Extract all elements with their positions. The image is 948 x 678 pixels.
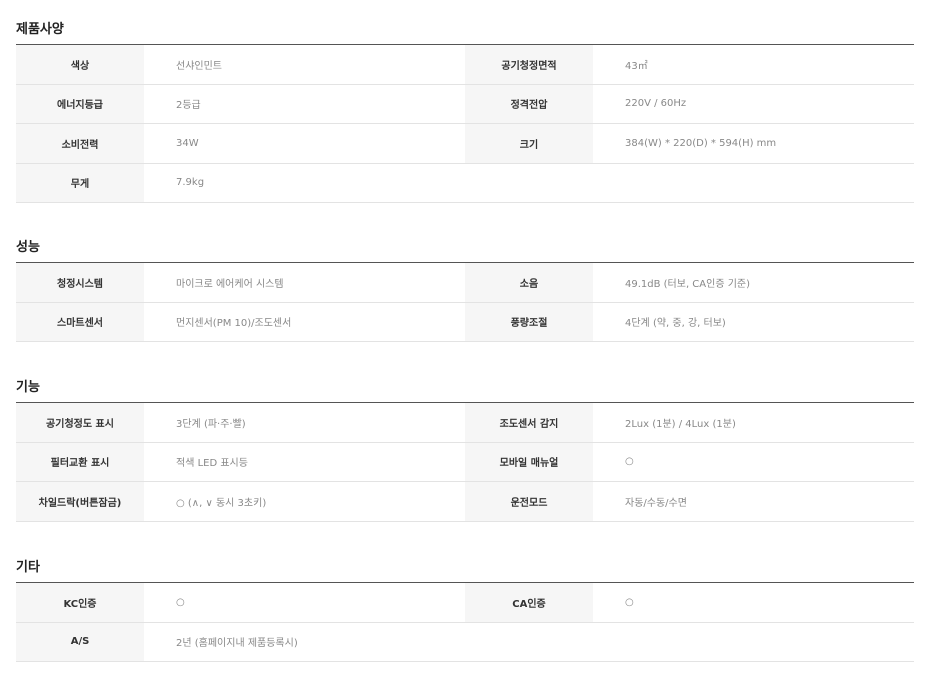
table-row: 색상 선샤인민트 공기청정면적 43㎡ <box>16 45 914 85</box>
table-row: 소비전력 34W 크기 384(W) * 220(D) * 594(H) mm <box>16 124 914 164</box>
section-title: 기타 <box>16 560 40 575</box>
spec-label: 차일드락(버튼잠금) <box>16 482 144 521</box>
spec-value: 7.9kg <box>176 177 205 189</box>
table-row: 무게 7.9kg <box>16 163 914 203</box>
spec-label: 공기청정도 표시 <box>16 403 144 442</box>
spec-value-empty <box>593 623 914 662</box>
table-row: 필터교환 표시 적색 LED 표시등 모바일 매뉴얼 ○ <box>16 442 914 482</box>
table-row: A/S 2년 (홈페이지내 제품등록시) <box>16 622 914 662</box>
section-title: 기능 <box>16 380 40 395</box>
spec-page: 제품사양 색상 선샤인민트 공기청정면적 43㎡ 에너지등급 2등급 정격전압 … <box>0 0 948 678</box>
spec-label: 조도센서 감지 <box>465 403 593 442</box>
spec-label: CA인증 <box>465 583 593 622</box>
spec-label: 청정시스템 <box>16 263 144 302</box>
spec-label: 무게 <box>16 163 144 202</box>
spec-value: 34W <box>176 137 199 149</box>
spec-label: 공기청정면적 <box>465 45 593 84</box>
spec-table: 청정시스템 마이크로 에어케어 시스템 소음 49.1dB (터보, CA인증 … <box>16 262 914 342</box>
spec-value: 선샤인민트 <box>176 60 222 72</box>
spec-value: 220V / 60Hz <box>625 98 687 110</box>
spec-value: 2년 (홈페이지내 제품등록시) <box>176 638 298 650</box>
spec-label: 소음 <box>465 263 593 302</box>
section-performance: 성능 청정시스템 마이크로 에어케어 시스템 소음 49.1dB (터보, CA… <box>16 238 914 342</box>
spec-value: ○ <box>176 596 185 608</box>
spec-table: KC인증 ○ CA인증 ○ A/S 2년 (홈페이지내 제품등록시) <box>16 582 914 662</box>
table-row: KC인증 ○ CA인증 ○ <box>16 583 914 623</box>
spec-label: 스마트센서 <box>16 302 144 341</box>
table-row: 스마트센서 먼지센서(PM 10)/조도센서 풍량조절 4단계 (약, 중, 강… <box>16 302 914 342</box>
section-features: 기능 공기청정도 표시 3단계 (파·주·빨) 조도센서 감지 2Lux (1분… <box>16 378 914 522</box>
spec-label: 소비전력 <box>16 124 144 163</box>
spec-value: 384(W) * 220(D) * 594(H) mm <box>625 137 777 149</box>
spec-value: 마이크로 에어케어 시스템 <box>176 278 284 290</box>
spec-label: A/S <box>16 622 144 661</box>
spec-value: ○ <box>625 596 634 608</box>
spec-value: 2Lux (1분) / 4Lux (1분) <box>625 418 736 430</box>
spec-label: 운전모드 <box>465 482 593 521</box>
spec-value: 3단계 (파·주·빨) <box>176 418 246 430</box>
spec-value: 49.1dB (터보, CA인증 기준) <box>625 278 751 290</box>
spec-value: ○ <box>625 456 634 468</box>
spec-label: 필터교환 표시 <box>16 442 144 481</box>
spec-value: ○ (∧, ∨ 동시 3초키) <box>176 497 267 509</box>
spec-table: 색상 선샤인민트 공기청정면적 43㎡ 에너지등급 2등급 정격전압 220V … <box>16 44 914 203</box>
spec-label: 풍량조절 <box>465 302 593 341</box>
spec-value: 자동/수동/수면 <box>625 497 687 509</box>
spec-value: 먼지센서(PM 10)/조도센서 <box>176 318 292 330</box>
spec-label: 모바일 매뉴얼 <box>465 442 593 481</box>
section-title: 제품사양 <box>16 22 64 37</box>
spec-label-empty <box>465 623 593 662</box>
spec-label: 색상 <box>16 45 144 84</box>
section-etc: 기타 KC인증 ○ CA인증 ○ A/S 2년 (홈페이지내 제품등록시) <box>16 558 914 662</box>
table-row: 공기청정도 표시 3단계 (파·주·빨) 조도센서 감지 2Lux (1분) /… <box>16 403 914 443</box>
spec-label-empty <box>465 164 593 203</box>
spec-value-empty <box>593 164 914 203</box>
spec-value: 4단계 (약, 중, 강, 터보) <box>625 318 726 330</box>
table-row: 차일드락(버튼잠금) ○ (∧, ∨ 동시 3초키) 운전모드 자동/수동/수면 <box>16 482 914 522</box>
spec-label: KC인증 <box>16 583 144 622</box>
table-row: 에너지등급 2등급 정격전압 220V / 60Hz <box>16 84 914 124</box>
table-row: 청정시스템 마이크로 에어케어 시스템 소음 49.1dB (터보, CA인증 … <box>16 263 914 303</box>
section-title: 성능 <box>16 240 40 255</box>
spec-label: 정격전압 <box>465 84 593 123</box>
spec-value: 적색 LED 표시등 <box>176 458 248 470</box>
section-product-spec: 제품사양 색상 선샤인민트 공기청정면적 43㎡ 에너지등급 2등급 정격전압 … <box>16 20 914 203</box>
spec-table: 공기청정도 표시 3단계 (파·주·빨) 조도센서 감지 2Lux (1분) /… <box>16 402 914 522</box>
spec-label: 크기 <box>465 124 593 163</box>
spec-value: 2등급 <box>176 100 201 112</box>
spec-label: 에너지등급 <box>16 84 144 123</box>
spec-value: 43㎡ <box>625 60 648 72</box>
